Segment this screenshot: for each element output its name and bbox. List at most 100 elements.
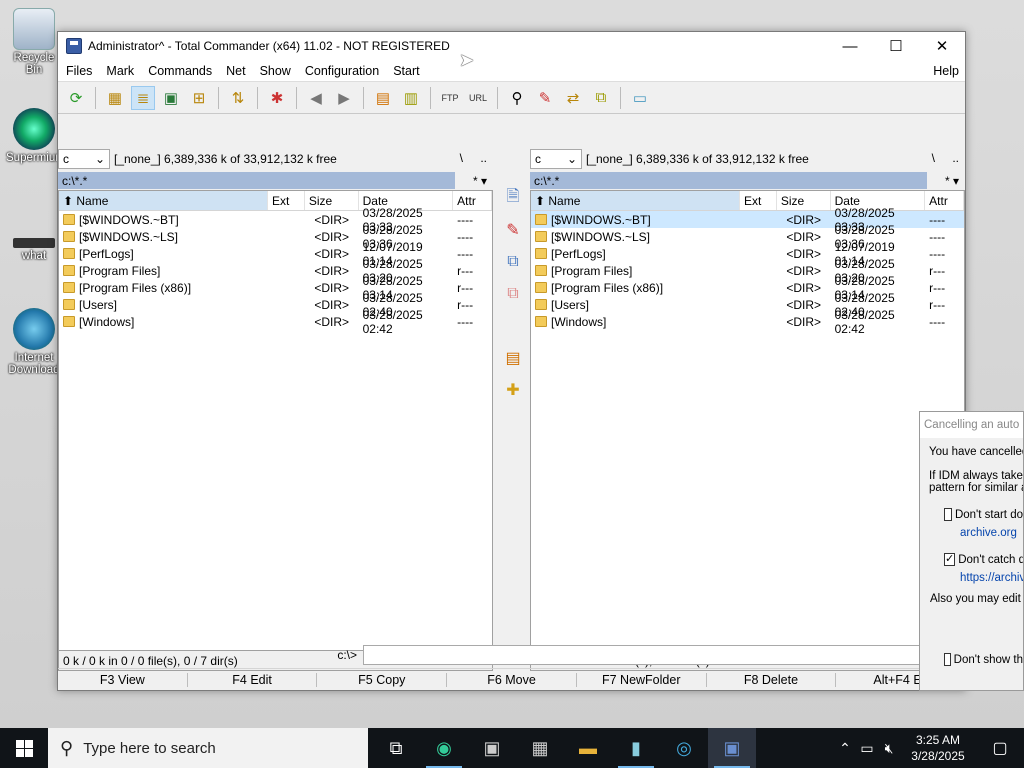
find-icon[interactable]: ⚲	[505, 86, 529, 110]
row-attr: r---	[929, 280, 946, 295]
clock[interactable]: 3:25 AM 3/28/2025	[900, 732, 976, 764]
desktop-icon-supermium[interactable]: Supermium	[6, 108, 65, 164]
start-button[interactable]	[0, 728, 48, 768]
column-attr[interactable]: Attr	[925, 191, 964, 210]
menu-commands[interactable]: Commands	[148, 64, 212, 78]
pack-files-icon[interactable]: ▤	[495, 342, 531, 374]
command-line-label: c:\>	[337, 648, 357, 662]
url-icon[interactable]: URL	[466, 86, 490, 110]
column-attr[interactable]: Attr	[453, 191, 492, 210]
close-button[interactable]: ✕	[919, 32, 965, 60]
column-size[interactable]: Size	[305, 191, 359, 210]
menu-configuration[interactable]: Configuration	[305, 64, 379, 78]
menu-start[interactable]: Start	[393, 64, 419, 78]
f5-copy-button[interactable]: F5 Copy	[317, 672, 448, 687]
desktop-icon-recycle-bin[interactable]: Recycle Bin	[6, 8, 62, 76]
edit-file-icon[interactable]: ✎	[495, 214, 531, 246]
command-line-input[interactable]	[363, 645, 961, 665]
compare-icon[interactable]: ⇅	[226, 86, 250, 110]
network-status-icon[interactable]: ▭	[856, 740, 878, 757]
view-file-icon[interactable]: 🗎	[495, 182, 531, 214]
total-commander-icon[interactable]: ▣	[708, 728, 756, 768]
task-view-icon[interactable]: ⧉	[372, 728, 420, 768]
menu-files[interactable]: Files	[66, 64, 92, 78]
right-path[interactable]: c:\*.*	[530, 172, 927, 189]
idm-checkbox-dont-show[interactable]: Don't show th	[920, 653, 1023, 666]
f3-view-button[interactable]: F3 View	[58, 672, 188, 687]
right-drive-select[interactable]: c ⌄	[530, 149, 582, 169]
maximize-button[interactable]: ☐	[873, 32, 919, 60]
notification-icon[interactable]: ▢	[976, 738, 1024, 758]
forward-icon[interactable]: ▶	[332, 86, 356, 110]
new-folder-icon[interactable]: ✚	[495, 374, 531, 406]
left-path-bar: c:\*.* * ▾	[58, 172, 487, 189]
column-ext[interactable]: Ext	[268, 191, 305, 210]
desktop-icon-idm[interactable]: Internet Download	[6, 308, 62, 376]
right-path-text: c:\*.*	[534, 173, 560, 188]
row-name: [PerfLogs]	[59, 247, 305, 261]
menu-help[interactable]: Help	[933, 64, 959, 78]
desktop-icon-what[interactable]: what	[6, 238, 62, 262]
browser-icon[interactable]: ◉	[420, 728, 468, 768]
thumbnails-icon[interactable]: ▣	[159, 86, 183, 110]
pack-icon[interactable]: ✱	[265, 86, 289, 110]
idm-checkbox-dont-catch[interactable]: ✓Don't catch do	[920, 553, 1023, 566]
column-ext[interactable]: Ext	[740, 191, 777, 210]
brief-view-icon[interactable]: ▦	[103, 86, 127, 110]
title-bar[interactable]: Administrator^ - Total Commander (x64) 1…	[58, 32, 965, 60]
idm-link-https[interactable]: https://archiv	[920, 572, 1023, 584]
left-drive-bar: c ⌄ [_none_] 6,389,336 k of 33,912,132 k …	[58, 146, 493, 172]
checkbox-checked-icon: ✓	[944, 553, 956, 566]
rename-icon[interactable]: ✎	[533, 86, 557, 110]
right-file-list[interactable]: ⬆ Name Ext Size Date Attr [$WINDOWS.~BT]…	[530, 190, 965, 651]
tree-icon[interactable]: ⊞	[187, 86, 211, 110]
right-drive-info: [_none_] 6,389,336 k of 33,912,132 k fre…	[586, 152, 809, 166]
notepad-icon[interactable]: ▮	[612, 728, 660, 768]
copy-names-icon[interactable]: ⧉	[589, 86, 613, 110]
left-drive-select[interactable]: c ⌄	[58, 149, 110, 169]
idm-icon[interactable]: ◎	[660, 728, 708, 768]
right-root-buttons[interactable]: \ ..	[932, 151, 959, 165]
notepad-icon[interactable]: ▭	[628, 86, 652, 110]
column-size[interactable]: Size	[777, 191, 831, 210]
network-icon[interactable]: ▣	[468, 728, 516, 768]
back-icon[interactable]: ◀	[304, 86, 328, 110]
folder-icon	[63, 231, 75, 242]
unzip-icon[interactable]: ▥	[399, 86, 423, 110]
menu-show[interactable]: Show	[260, 64, 291, 78]
left-filter-button[interactable]: * ▾	[473, 174, 487, 188]
row-name: [PerfLogs]	[531, 247, 777, 261]
left-path[interactable]: c:\*.*	[58, 172, 455, 189]
f7-newfolder-button[interactable]: F7 NewFolder	[577, 672, 707, 687]
right-panel: c ⌄ [_none_] 6,389,336 k of 33,912,132 k …	[530, 146, 965, 671]
chevron-up-icon[interactable]: ⌃	[834, 740, 856, 757]
left-file-list[interactable]: ⬆ Name Ext Size Date Attr [$WINDOWS.~BT]…	[58, 190, 493, 651]
sync-icon[interactable]: ⇄	[561, 86, 585, 110]
copy-file-icon[interactable]: ⧉	[495, 246, 531, 278]
column-name[interactable]: ⬆ Name	[59, 191, 268, 210]
file-explorer-icon[interactable]: ▬	[564, 728, 612, 768]
package-icon[interactable]: ▦	[516, 728, 564, 768]
f8-delete-button[interactable]: F8 Delete	[707, 672, 837, 687]
right-filter-button[interactable]: * ▾	[945, 174, 959, 188]
minimize-button[interactable]: —	[827, 32, 873, 60]
volume-muted-icon[interactable]: 🔇︎	[878, 740, 900, 757]
taskbar-search-box[interactable]: ⚲ Type here to search	[48, 728, 368, 768]
left-root-buttons[interactable]: \ ..	[460, 151, 487, 165]
f4-edit-button[interactable]: F4 Edit	[188, 672, 318, 687]
menu-net[interactable]: Net	[226, 64, 245, 78]
move-file-icon[interactable]: ⧉	[495, 278, 531, 310]
idm-check-label-3: Don't show th	[953, 653, 1023, 666]
idm-link-archive[interactable]: archive.org	[920, 527, 1023, 539]
refresh-icon[interactable]: ⟳	[64, 86, 88, 110]
idm-checkbox-dont-start[interactable]: Don't start do	[920, 508, 1023, 521]
f6-move-button[interactable]: F6 Move	[447, 672, 577, 687]
zip-icon[interactable]: ▤	[371, 86, 395, 110]
table-row[interactable]: [Windows] <DIR> 03/28/2025 02:42 ----	[59, 308, 492, 336]
detailed-view-icon[interactable]: ≣	[131, 85, 155, 110]
menu-mark[interactable]: Mark	[106, 64, 134, 78]
folder-icon	[535, 248, 547, 259]
ftp-icon[interactable]: FTP	[438, 86, 462, 110]
column-name[interactable]: ⬆ Name	[531, 191, 740, 210]
table-row[interactable]: [Windows] <DIR> 03/28/2025 02:42 ----	[531, 308, 964, 336]
